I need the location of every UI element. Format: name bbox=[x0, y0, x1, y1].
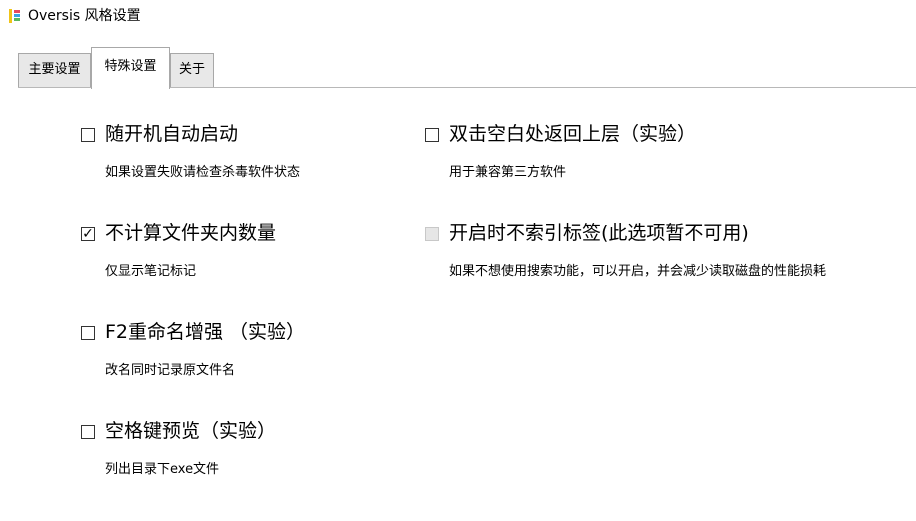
title-bar: Oversis 风格设置 bbox=[0, 0, 916, 32]
no-tag-index-label: 开启时不索引标签(此选项暂不可用) bbox=[449, 222, 749, 244]
autostart-description: 如果设置失败请检查杀毒软件状态 bbox=[105, 165, 301, 180]
space-preview-label[interactable]: 空格键预览（实验） bbox=[105, 419, 276, 443]
tab-special-settings[interactable]: 特殊设置 bbox=[91, 47, 170, 89]
notebook-app-icon bbox=[9, 9, 21, 23]
f2-rename-label[interactable]: F2重命名增强 （实验） bbox=[105, 320, 305, 344]
tab-about[interactable]: 关于 bbox=[170, 53, 214, 87]
double-click-up-description: 用于兼容第三方软件 bbox=[449, 165, 567, 180]
skip-folder-count-description: 仅显示笔记标记 bbox=[105, 264, 197, 279]
autostart-checkbox[interactable] bbox=[81, 128, 95, 142]
skip-folder-count-label[interactable]: 不计算文件夹内数量 bbox=[105, 221, 276, 245]
space-preview-description: 列出目录下exe文件 bbox=[105, 462, 220, 477]
window-title: Oversis 风格设置 bbox=[28, 8, 141, 24]
f2-rename-checkbox[interactable] bbox=[81, 326, 95, 340]
no-tag-index-checkbox bbox=[425, 227, 439, 241]
double-click-up-label[interactable]: 双击空白处返回上层（实验） bbox=[449, 122, 696, 146]
skip-folder-count-checkbox[interactable]: ✓ bbox=[81, 227, 95, 241]
double-click-up-checkbox[interactable] bbox=[425, 128, 439, 142]
autostart-label[interactable]: 随开机自动启动 bbox=[105, 122, 238, 146]
space-preview-checkbox[interactable] bbox=[81, 425, 95, 439]
tab-main-settings[interactable]: 主要设置 bbox=[18, 53, 91, 87]
no-tag-index-description: 如果不想使用搜索功能，可以开启，并会减少读取磁盘的性能损耗 bbox=[449, 264, 827, 279]
f2-rename-description: 改名同时记录原文件名 bbox=[105, 363, 236, 378]
